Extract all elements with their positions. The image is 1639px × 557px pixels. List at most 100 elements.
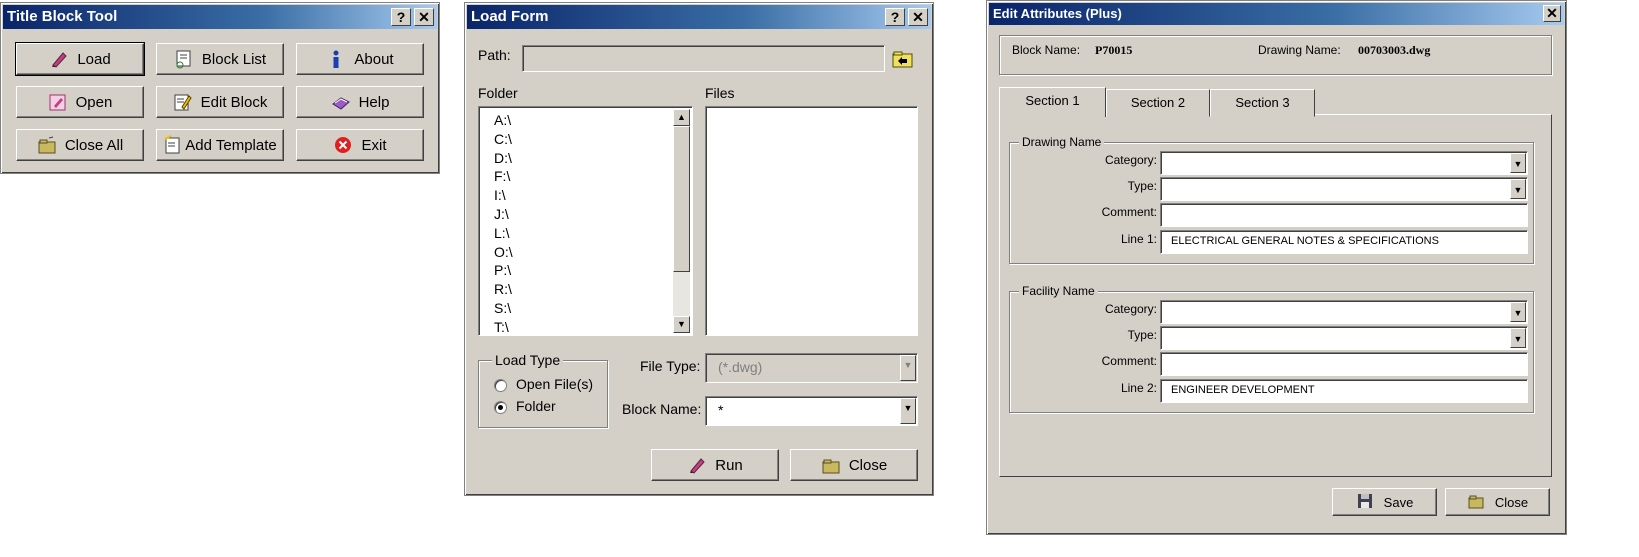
edit-attributes-window: Edit Attributes (Plus) ✕ Block Name: P70… xyxy=(986,0,1567,535)
add-template-button[interactable]: Add Template xyxy=(156,129,284,161)
chevron-down-icon[interactable]: ▼ xyxy=(1510,153,1526,173)
folder-list-item[interactable]: D:\ xyxy=(494,149,513,168)
comment-label: Comment: xyxy=(1101,205,1157,219)
folder-list-item[interactable]: I:\ xyxy=(494,186,513,205)
scroll-up-arrow[interactable]: ▲ xyxy=(673,109,690,126)
chevron-down-icon[interactable]: ▼ xyxy=(1510,179,1526,199)
info-icon xyxy=(326,49,346,69)
run-label: Run xyxy=(715,456,743,474)
folder-up-icon[interactable] xyxy=(892,49,913,69)
load-form-window: Load Form ? ✕ Path: Folder Files A:\ C:\ D… xyxy=(464,2,934,496)
load-type-group: Load Type Open File(s) Folder xyxy=(478,352,608,428)
chevron-down-icon[interactable]: ▼ xyxy=(1510,302,1526,322)
comment-input[interactable] xyxy=(1160,203,1528,227)
folder-list-item[interactable]: P:\ xyxy=(494,261,513,280)
folder-list-item[interactable]: T:\ xyxy=(494,318,513,335)
comment-label: Comment: xyxy=(1101,354,1157,368)
chevron-down-icon[interactable]: ▼ xyxy=(900,355,916,381)
folder-list-item[interactable]: A:\ xyxy=(494,111,513,130)
exit-label: Exit xyxy=(361,136,387,154)
help-label: Help xyxy=(358,93,390,111)
chevron-down-icon[interactable]: ▼ xyxy=(1510,328,1526,348)
type-label: Type: xyxy=(1127,328,1157,342)
close-button[interactable]: Close xyxy=(1445,488,1550,516)
file-type-select[interactable]: (*.dwg) ▼ xyxy=(705,353,918,383)
folder-icon xyxy=(1467,492,1487,512)
type-select[interactable]: ▼ xyxy=(1160,326,1528,350)
folder-list-item[interactable]: R:\ xyxy=(494,280,513,299)
folder-icon xyxy=(821,455,841,475)
help-button[interactable]: Help xyxy=(296,86,424,118)
title-bar: Load Form ? ✕ xyxy=(467,5,931,29)
block-name-select[interactable]: * ▼ xyxy=(705,396,918,426)
path-input[interactable] xyxy=(522,45,885,72)
about-button[interactable]: About xyxy=(296,43,424,75)
drawing-name-title: Drawing Name xyxy=(1019,135,1105,149)
load-button[interactable]: Load xyxy=(15,42,145,76)
folder-list-item[interactable]: F:\ xyxy=(494,167,513,186)
add-template-icon xyxy=(163,135,183,155)
block-list-button[interactable]: Block List xyxy=(156,43,284,75)
folder-list-item[interactable]: C:\ xyxy=(494,130,513,149)
comment-input[interactable] xyxy=(1160,352,1528,376)
block-name-value: P70015 xyxy=(1095,43,1133,57)
window-title: Load Form xyxy=(471,8,549,25)
chevron-down-icon[interactable]: ▼ xyxy=(900,398,916,424)
line-2-label: Line 2: xyxy=(1120,381,1157,395)
files-label: Files xyxy=(705,85,735,101)
line-2-input[interactable]: ENGINEER DEVELOPMENT xyxy=(1160,379,1528,403)
close-title-button[interactable]: ✕ xyxy=(414,8,434,26)
add-template-label: Add Template xyxy=(185,136,277,154)
close-all-button[interactable]: Close All xyxy=(16,129,144,161)
scroll-down-arrow[interactable]: ▼ xyxy=(673,316,690,333)
close-button[interactable]: Close xyxy=(790,449,918,481)
close-label: Close xyxy=(1494,494,1529,510)
type-select[interactable]: ▼ xyxy=(1160,177,1528,201)
files-list[interactable] xyxy=(705,106,918,336)
folder-icon xyxy=(37,135,57,155)
exit-button[interactable]: Exit xyxy=(296,129,424,161)
path-label: Path: xyxy=(478,47,511,63)
tab-section-1[interactable]: Section 1 xyxy=(999,87,1106,117)
category-label: Category: xyxy=(1104,153,1157,167)
facility-name-title: Facility Name xyxy=(1019,284,1098,298)
block-list-icon xyxy=(174,49,194,69)
save-button[interactable]: Save xyxy=(1332,488,1437,516)
open-button[interactable]: Open xyxy=(16,86,144,118)
scroll-thumb[interactable] xyxy=(673,126,690,272)
folder-items: A:\ C:\ D:\ F:\ I:\ J:\ L:\ O:\ P:\ R:\ S:\ T:\ xyxy=(494,111,513,335)
type-label: Type: xyxy=(1127,179,1157,193)
drawing-name-label: Drawing Name: xyxy=(1258,43,1341,57)
folder-radio[interactable] xyxy=(494,401,507,414)
block-list-label: Block List xyxy=(201,50,267,68)
line-1-value: ELECTRICAL GENERAL NOTES & SPECIFICATION… xyxy=(1171,235,1439,247)
edit-block-button[interactable]: Edit Block xyxy=(156,86,284,118)
folder-list[interactable]: A:\ C:\ D:\ F:\ I:\ J:\ L:\ O:\ P:\ R:\ S:\ T:\ ▲ ▼ xyxy=(478,106,693,336)
facility-name-group: Facility Name Category: ▼ Type: ▼ Commen… xyxy=(1009,284,1534,413)
block-name-label: Block Name: xyxy=(1012,43,1081,57)
tab-section-2[interactable]: Section 2 xyxy=(1106,89,1210,117)
open-files-radio[interactable] xyxy=(494,379,507,392)
folder-list-item[interactable]: O:\ xyxy=(494,243,513,262)
line-1-input[interactable]: ELECTRICAL GENERAL NOTES & SPECIFICATION… xyxy=(1160,230,1528,254)
close-title-button[interactable]: ✕ xyxy=(908,8,928,26)
run-button[interactable]: Run xyxy=(651,449,779,481)
folder-scrollbar[interactable]: ▲ ▼ xyxy=(673,109,690,333)
help-title-button[interactable]: ? xyxy=(391,8,411,26)
pen-icon xyxy=(49,49,69,69)
folder-label: Folder xyxy=(478,85,518,101)
line-1-label: Line 1: xyxy=(1120,232,1157,246)
edit-block-icon xyxy=(173,92,193,112)
folder-list-item[interactable]: J:\ xyxy=(494,205,513,224)
window-title: Title Block Tool xyxy=(7,8,118,25)
open-pen-icon xyxy=(48,92,68,112)
category-select[interactable]: ▼ xyxy=(1160,300,1528,324)
category-select[interactable]: ▼ xyxy=(1160,151,1528,175)
help-title-button[interactable]: ? xyxy=(885,8,905,26)
open-label: Open xyxy=(75,93,113,111)
folder-list-item[interactable]: L:\ xyxy=(494,224,513,243)
folder-option-label: Folder xyxy=(516,398,556,414)
folder-list-item[interactable]: S:\ xyxy=(494,299,513,318)
close-title-button[interactable]: ✕ xyxy=(1543,5,1561,22)
tab-section-3[interactable]: Section 3 xyxy=(1210,89,1315,117)
